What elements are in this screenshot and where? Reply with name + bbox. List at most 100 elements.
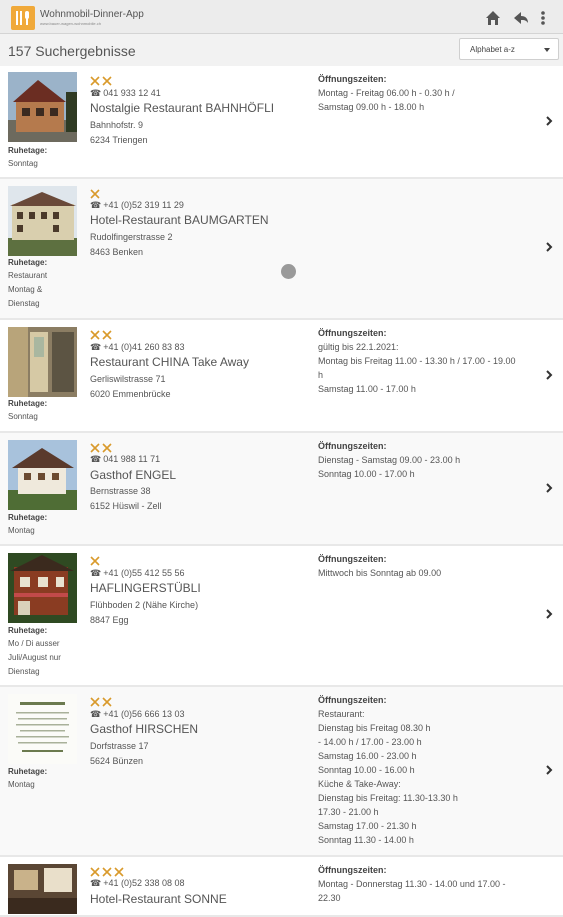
fork-knife-icon [90,330,100,340]
ruhetage-value: Montag [8,780,35,789]
fork-knife-icon [90,76,100,86]
fork-knife-icon [102,443,112,453]
sort-select[interactable]: Alphabet a-z [459,38,559,60]
city-address: 5624 Bünzen [90,756,144,766]
opening-hours: gültig bis 22.1.2021: Montag bis Freitag … [318,342,516,394]
restaurant-name: HAFLINGERSTÜBLI [90,581,201,595]
chevron-right-icon[interactable] [545,609,553,619]
restaurant-photo [8,694,77,764]
opening-hours: Montag - Freitag 06.00 h - 0.30 h / Samst… [318,88,455,112]
restaurant-photo [8,186,77,256]
hours-label: Öffnungszeiten: [318,554,387,564]
list-item[interactable]: ☎ +41 (0)41 260 83 83 Restaurant CHINA Ta… [0,320,563,433]
city-address: 8847 Egg [90,615,129,625]
back-arrow-icon[interactable] [512,9,530,27]
fork-knife-icon [102,330,112,340]
list-item[interactable]: ☎ +41 (0)56 666 13 03 Gasthof HIRSCHEN Do… [0,687,563,857]
phone-number[interactable]: ☎ 041 933 12 41 [90,88,161,99]
restaurant-name: Hotel-Restaurant BAUMGARTEN [90,213,269,227]
city-address: 6234 Triengen [90,135,148,145]
more-vert-icon[interactable] [536,9,550,27]
ruhetage-value: Mo / Di ausser Juli/August nur Dienstag [8,639,61,676]
city-address: 8463 Benken [90,247,144,257]
phone-icon: ☎ [90,342,102,352]
fork-knife-icon [90,556,100,566]
app-subtitle: www.bauer-wagen-wohnmobile.ch [40,21,101,26]
ruhetage-label: Ruhetage: [8,146,48,155]
opening-hours: Dienstag - Samstag 09.00 - 23.00 h Sonnta… [318,455,461,479]
phone-number[interactable]: ☎ +41 (0)52 338 08 08 [90,878,185,889]
chevron-right-icon[interactable] [545,765,553,775]
fork-knife-icon [114,867,124,877]
rating-forks [90,694,114,707]
ruhetage-value: Montag [8,526,35,535]
rating-forks [90,186,102,199]
ruhetage-label: Ruhetage: [8,767,48,776]
opening-hours: Montag - Donnerstag 11.30 - 14.00 und 17… [318,879,506,903]
app-logo [11,6,35,30]
ruhetage-label: Ruhetage: [8,626,48,635]
app-title: Wohnmobil-Dinner-App [40,9,144,20]
list-item[interactable]: ☎ +41 (0)52 338 08 08 Hotel-Restaurant SO… [0,857,563,917]
opening-hours: Mittwoch bis Sonntag ab 09.00 [318,568,442,578]
fork-knife-icon [90,867,100,877]
restaurant-photo [8,327,77,397]
phone-icon: ☎ [90,454,102,464]
list-item[interactable]: ☎ 041 933 12 41 Nostalgie Restaurant BAHN… [0,66,563,179]
list-item[interactable]: ☎ +41 (0)55 412 55 56 HAFLINGERSTÜBLI Flü… [0,546,563,687]
hours-label: Öffnungszeiten: [318,865,387,875]
chevron-down-icon [544,48,550,52]
chevron-right-icon[interactable] [545,116,553,126]
fork-knife-icon [90,189,100,199]
hours-label: Öffnungszeiten: [318,74,387,84]
restaurant-name: Restaurant CHINA Take Away [90,355,249,369]
street-address: Bernstrasse 38 [90,486,151,496]
city-address: 6020 Emmenbrücke [90,389,171,399]
street-address: Rudolfingerstrasse 2 [90,232,173,242]
chevron-right-icon[interactable] [545,242,553,252]
restaurant-photo [8,72,77,142]
phone-number[interactable]: ☎ +41 (0)55 412 55 56 [90,568,185,579]
hours-label: Öffnungszeiten: [318,441,387,451]
sort-select-value: Alphabet a-z [470,45,515,54]
list-item[interactable]: ☎ 041 988 11 71 Gasthof ENGEL Bernstrasse… [0,433,563,546]
street-address: Flühboden 2 (Nähe Kirche) [90,600,199,610]
phone-icon: ☎ [90,568,102,578]
list-item[interactable]: ☎ +41 (0)52 319 11 29 Hotel-Restaurant BA… [0,179,563,320]
restaurant-photo [8,553,77,623]
phone-number[interactable]: ☎ +41 (0)56 666 13 03 [90,709,185,720]
restaurant-name: Gasthof HIRSCHEN [90,722,199,736]
ruhetage-value: Sonntag [8,159,38,168]
phone-icon: ☎ [90,88,102,98]
phone-number[interactable]: ☎ 041 988 11 71 [90,454,160,465]
chevron-right-icon[interactable] [545,483,553,493]
city-address: 6152 Hüswil - Zell [90,501,162,511]
ruhetage-label: Ruhetage: [8,399,48,408]
rating-forks [90,553,102,566]
phone-icon: ☎ [90,709,102,719]
rating-forks [90,440,114,453]
ruhetage-value: Sonntag [8,412,38,421]
restaurant-name: Nostalgie Restaurant BAHNHÖFLI [90,101,275,115]
street-address: Bahnhofstr. 9 [90,120,144,130]
restaurant-name: Gasthof ENGEL [90,468,177,482]
fork-knife-logo-icon [16,11,29,25]
phone-icon: ☎ [90,200,102,210]
fork-knife-icon [102,697,112,707]
rating-forks [90,327,114,340]
ruhetage-value: Restaurant Montag & Dienstag [8,271,48,308]
results-list: ☎ 041 933 12 41 Nostalgie Restaurant BAHN… [0,66,563,917]
app-bar: Wohnmobil-Dinner-App www.bauer-wagen-woh… [0,0,563,34]
home-icon[interactable] [484,9,502,27]
phone-number[interactable]: ☎ +41 (0)41 260 83 83 [90,342,185,353]
street-address: Dorfstrasse 17 [90,741,149,751]
fork-knife-icon [102,867,112,877]
phone-number[interactable]: ☎ +41 (0)52 319 11 29 [90,200,184,211]
chevron-right-icon[interactable] [545,370,553,380]
phone-icon: ☎ [90,878,102,888]
hours-label: Öffnungszeiten: [318,695,387,705]
rating-forks [90,73,114,86]
scroll-indicator [281,264,296,279]
street-address: Gerliswilstrasse 71 [90,374,166,384]
fork-knife-icon [90,697,100,707]
